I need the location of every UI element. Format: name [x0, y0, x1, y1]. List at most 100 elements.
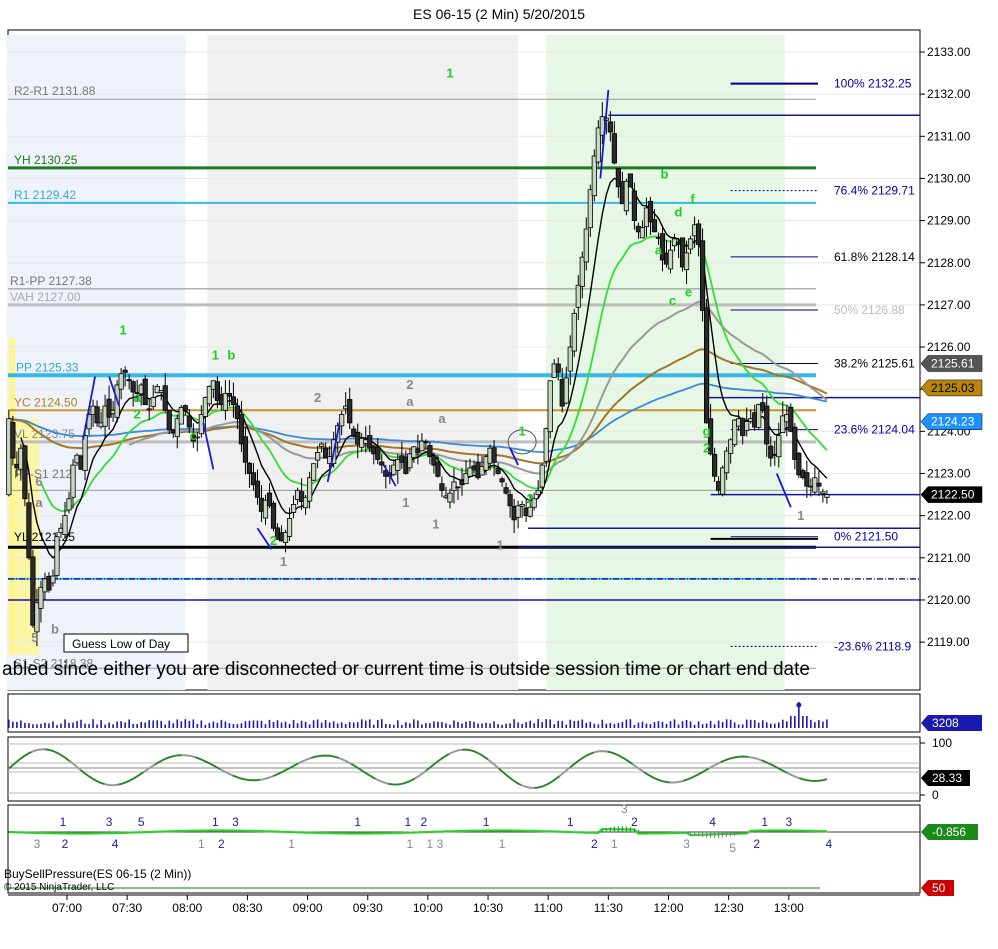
candle-body	[367, 435, 373, 449]
x-tick-label: 09:00	[293, 901, 323, 915]
fib-label: 23.6% 2124.04	[834, 423, 915, 437]
disabled-message: abled since either you are disconnected …	[2, 659, 810, 680]
wave-label: 1	[212, 348, 219, 363]
bsp-label: 1	[288, 837, 295, 851]
candle-body	[62, 515, 68, 535]
wave-label: 5	[31, 630, 38, 645]
wave-label: a	[406, 394, 414, 409]
y-tick-label: 2119.00	[927, 635, 970, 649]
candle	[627, 173, 634, 188]
candle-body	[491, 447, 497, 463]
candle-body	[311, 463, 317, 481]
candle-body	[439, 483, 445, 491]
candle-body	[82, 435, 88, 471]
copyright: © 2015 NinjaTrader, LLC	[4, 882, 114, 893]
wave-label: d	[675, 204, 683, 219]
candle-body	[547, 380, 553, 433]
candle-body	[639, 227, 646, 239]
wave-label: 1	[432, 516, 439, 531]
x-tick-label: 12:30	[714, 901, 744, 915]
stoch-panel	[7, 736, 921, 802]
bsp-label: 1	[499, 837, 506, 851]
candle-body	[50, 575, 56, 584]
candle-body	[455, 486, 461, 489]
level-label: R1 2129.42	[14, 188, 76, 202]
candle	[547, 380, 553, 439]
fib-label: 38.2% 2125.61	[834, 356, 915, 370]
level-label: YC 2124.50	[14, 395, 78, 409]
candle-body	[142, 378, 148, 406]
candle-body	[816, 482, 822, 487]
wave-label: a	[438, 411, 446, 426]
bsp-label: 1	[212, 815, 219, 829]
wave-label: 2	[703, 440, 710, 455]
wave-label: 2	[134, 407, 141, 422]
bsp-label: 3	[34, 837, 41, 851]
stoch-badge-value: 28.33	[932, 771, 962, 785]
wave-label: c	[669, 293, 676, 308]
bsp-label: 3	[785, 815, 792, 829]
candle-body	[627, 173, 634, 188]
candle-body	[687, 238, 694, 250]
wave-label: g	[703, 424, 711, 439]
candle	[311, 463, 317, 482]
candle-body	[647, 200, 654, 223]
x-tick-label: 10:00	[413, 901, 443, 915]
x-tick-label: 08:00	[172, 901, 202, 915]
bsp-label: 1	[405, 815, 412, 829]
price-badge-value: 2125.03	[931, 381, 975, 395]
candle-body	[270, 502, 277, 529]
candle-body	[507, 494, 513, 507]
candle-body	[768, 445, 774, 459]
bsp-label: 2	[631, 815, 638, 829]
level-label: VAH 2127.00	[10, 290, 81, 304]
candle-body	[703, 307, 710, 424]
y-tick-label: 2132.00	[927, 87, 971, 101]
level-label: YH 2130.25	[14, 153, 78, 167]
candle-body	[527, 506, 533, 517]
candle	[571, 308, 577, 357]
wave-label: 1	[446, 65, 453, 80]
time-axis[interactable]: 07:00 07:30 08:00 08:30 09:00 09:30 10:00 10:30…	[8, 894, 920, 915]
session-shade-afternoon	[546, 35, 785, 690]
candle-body	[447, 492, 453, 503]
candle	[543, 427, 549, 468]
candle-body	[571, 312, 577, 352]
wave-label: 1	[402, 495, 409, 510]
price-badge-value: 2125.61	[931, 356, 975, 370]
wave-label: e	[685, 284, 692, 299]
candle-body	[66, 498, 72, 511]
candle-body	[744, 421, 750, 431]
x-tick-label: 07:30	[112, 901, 142, 915]
bsp-label: 1	[567, 815, 574, 829]
candle-body	[555, 363, 561, 373]
bsp-label: 4	[112, 837, 119, 851]
candle	[270, 500, 277, 532]
candle-body	[539, 464, 545, 488]
bsp-label: 2	[218, 837, 225, 851]
candle-body	[683, 252, 690, 271]
candle-body	[166, 409, 172, 431]
wave-label: c	[190, 428, 197, 443]
wave-label: 2	[314, 390, 321, 405]
candle	[142, 375, 148, 406]
fib-label: 76.4% 2129.71	[834, 184, 915, 198]
bsp-label: 1	[611, 837, 618, 851]
wave-label: 1	[519, 424, 526, 439]
bsp-label: 1	[761, 815, 768, 829]
candle-body	[583, 228, 589, 263]
price-badge-value: 2122.50	[931, 488, 975, 502]
candle-body	[347, 399, 353, 424]
bsp-label: 3	[621, 802, 628, 816]
wave-label: 1	[280, 554, 287, 569]
candle-body	[186, 415, 192, 428]
price-badges: 2125.61 2125.03 2124.23 2122.50	[920, 355, 983, 503]
bsp-label: 3	[232, 815, 239, 829]
candle-body	[106, 398, 112, 418]
candle-body	[94, 406, 100, 424]
bsp-label: 2	[753, 837, 760, 851]
volume-marker	[796, 702, 802, 708]
x-tick-label: 11:00	[534, 901, 563, 915]
candle-body	[307, 477, 313, 502]
wave-label: a	[655, 242, 663, 257]
